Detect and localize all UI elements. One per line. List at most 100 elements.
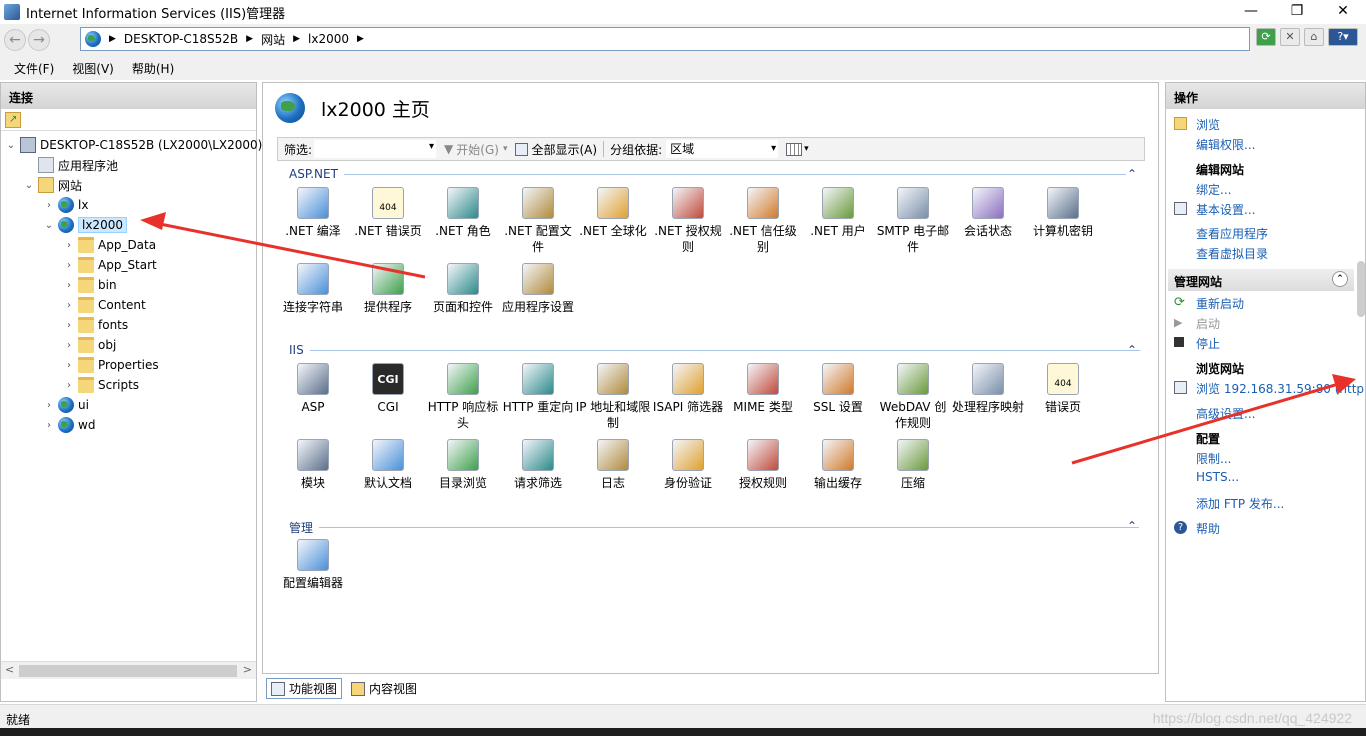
close-button[interactable]: ✕ (1320, 0, 1366, 24)
action-stop[interactable]: 停止 (1196, 335, 1220, 352)
tree-folder[interactable]: › Properties (63, 356, 159, 374)
view-mode-button[interactable]: ▾ (786, 142, 809, 156)
collapse-icon[interactable]: ⌃ (1332, 271, 1348, 287)
feature-item[interactable]: .NET 用户 (800, 187, 876, 239)
feature-item[interactable]: SSL 设置 (800, 363, 876, 415)
tree-folder[interactable]: › App_Start (63, 256, 157, 274)
breadcrumb-site[interactable]: lx2000 (308, 32, 349, 46)
tree-node-site-wd[interactable]: › wd (43, 416, 95, 434)
actions-scrollbar[interactable] (1357, 261, 1365, 317)
feature-item[interactable]: 连接字符串 (275, 263, 351, 315)
menu-view[interactable]: 视图(V) (72, 60, 114, 77)
feature-item[interactable]: .NET 配置文件 (500, 187, 576, 255)
collapse-aspnet-icon[interactable]: ⌃ (1127, 167, 1137, 181)
feature-item[interactable]: 处理程序映射 (950, 363, 1026, 415)
menu-help[interactable]: 帮助(H) (132, 60, 174, 77)
action-basic-settings[interactable]: 基本设置... (1196, 201, 1255, 218)
address-bar[interactable]: ▶ DESKTOP-C18S52B ▶ 网站 ▶ lx2000 ▶ (80, 27, 1250, 51)
feature-item[interactable]: .NET 角色 (425, 187, 501, 239)
forward-button[interactable]: → (28, 29, 50, 51)
action-view-applications[interactable]: 查看应用程序 (1196, 225, 1268, 242)
scroll-thumb[interactable] (19, 665, 237, 677)
feature-item[interactable]: 提供程序 (350, 263, 426, 315)
feature-item[interactable]: .NET 信任级别 (725, 187, 801, 255)
tree-horizontal-scrollbar[interactable]: < > (1, 661, 256, 679)
group-by-select[interactable]: 区域 (666, 140, 779, 158)
tree-folder[interactable]: › Content (63, 296, 146, 314)
action-advanced-settings[interactable]: 高级设置... (1196, 405, 1255, 422)
collapse-manage-icon[interactable]: ⌃ (1127, 519, 1137, 533)
minimize-button[interactable]: — (1228, 0, 1274, 24)
feature-item[interactable]: MIME 类型 (725, 363, 801, 415)
feature-item[interactable]: .NET 授权规则 (650, 187, 726, 255)
feature-item[interactable]: 页面和控件 (425, 263, 501, 315)
feature-item[interactable]: 模块 (275, 439, 351, 491)
tree-node-server[interactable]: ⌄ DESKTOP-C18S52B (LX2000\LX2000) (5, 136, 262, 154)
tree-folder[interactable]: › Scripts (63, 376, 139, 394)
scroll-right-icon[interactable]: > (243, 663, 252, 676)
feature-item[interactable]: WebDAV 创作规则 (875, 363, 951, 431)
show-all-button[interactable]: 全部显示(A) (515, 141, 597, 158)
feature-item[interactable]: 请求筛选 (500, 439, 576, 491)
scroll-left-icon[interactable]: < (5, 663, 14, 676)
action-edit-permissions[interactable]: 编辑权限... (1196, 136, 1255, 153)
tree-folder[interactable]: › obj (63, 336, 116, 354)
action-browse-url[interactable]: 浏览 192.168.31.59:80 (http) (1196, 380, 1365, 397)
help-icon[interactable]: ?▾ (1328, 28, 1358, 46)
feature-item[interactable]: 授权规则 (725, 439, 801, 491)
tree-node-sites[interactable]: ⌄ 网站 (23, 176, 82, 194)
feature-item[interactable]: 身份验证 (650, 439, 726, 491)
action-hsts[interactable]: HSTS... (1196, 470, 1239, 484)
feature-item[interactable]: ASP (275, 363, 351, 415)
feature-item[interactable]: 输出缓存 (800, 439, 876, 491)
tree-node-site-lx[interactable]: › lx (43, 196, 88, 214)
feature-item[interactable]: 目录浏览 (425, 439, 501, 491)
feature-item[interactable]: .NET 全球化 (575, 187, 651, 239)
action-start[interactable]: 启动 (1196, 315, 1220, 332)
collapse-iis-icon[interactable]: ⌃ (1127, 343, 1137, 357)
tree-node-apppool[interactable]: 应用程序池 (23, 156, 118, 174)
maximize-button[interactable]: ❐ (1274, 0, 1320, 24)
action-help[interactable]: 帮助 (1196, 520, 1220, 537)
back-button[interactable]: ← (4, 29, 26, 51)
breadcrumb-server[interactable]: DESKTOP-C18S52B (124, 32, 238, 46)
feature-item[interactable]: SMTP 电子邮件 (875, 187, 951, 255)
stop-icon[interactable]: ✕ (1280, 28, 1300, 46)
feature-item[interactable]: HTTP 响应标头 (425, 363, 501, 431)
menu-file[interactable]: 文件(F) (14, 60, 54, 77)
feature-item[interactable]: 计算机密钥 (1025, 187, 1101, 239)
feature-item[interactable]: .NET 编泽 (275, 187, 351, 239)
action-bindings[interactable]: 绑定... (1196, 181, 1231, 198)
tab-content-view[interactable]: 内容视图 (346, 678, 422, 699)
feature-item[interactable]: HTTP 重定向 (500, 363, 576, 415)
tree-node-site-ui[interactable]: › ui (43, 396, 89, 414)
breadcrumb-sites[interactable]: 网站 (261, 31, 285, 48)
feature-item[interactable]: 配置编辑器 (275, 539, 351, 591)
feature-item[interactable]: 默认文档 (350, 439, 426, 491)
action-view-virtual-dirs[interactable]: 查看虚拟目录 (1196, 245, 1268, 262)
filter-input[interactable] (314, 140, 437, 158)
action-browse[interactable]: 浏览 (1196, 116, 1220, 133)
feature-item[interactable]: IP 地址和域限制 (575, 363, 651, 431)
feature-item[interactable]: ISAPI 筛选器 (650, 363, 726, 415)
feature-item[interactable]: CGI CGI (350, 363, 426, 415)
feature-item[interactable]: 应用程序设置 (500, 263, 576, 315)
feature-item[interactable]: 404 .NET 错误页 (350, 187, 426, 239)
tab-features-view[interactable]: 功能视图 (266, 678, 343, 699)
tree-folder[interactable]: › fonts (63, 316, 128, 334)
feature-item[interactable]: 会话状态 (950, 187, 1026, 239)
feature-item[interactable]: 日志 (575, 439, 651, 491)
tree-node-site-lx2000[interactable]: ⌄ lx2000 (43, 216, 127, 234)
feature-item[interactable]: 压缩 (875, 439, 951, 491)
home-icon[interactable]: ⌂ (1304, 28, 1324, 46)
connect-icon[interactable]: ↗ (5, 111, 21, 128)
refresh-icon[interactable]: ⟳ (1256, 28, 1276, 46)
tree-folder[interactable]: › App_Data (63, 236, 156, 254)
tree-folder[interactable]: › bin (63, 276, 117, 294)
feature-item[interactable]: 404 错误页 (1025, 363, 1101, 415)
start-filter-button[interactable]: ▼ 开始(G) ▾ (444, 141, 507, 158)
action-limits[interactable]: 限制... (1196, 450, 1231, 467)
action-restart[interactable]: 重新启动 (1196, 295, 1244, 312)
group-manage-site[interactable]: 管理网站 ⌃ (1168, 269, 1354, 291)
action-add-ftp[interactable]: 添加 FTP 发布... (1196, 495, 1284, 512)
